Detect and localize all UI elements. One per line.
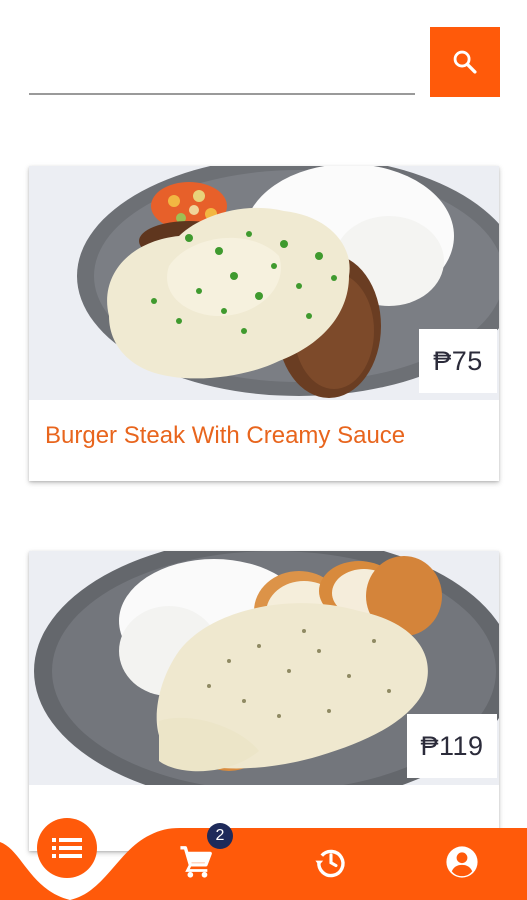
search-input[interactable] (29, 41, 415, 95)
search-button[interactable] (430, 27, 500, 97)
price-tag: ₱75 (419, 329, 497, 393)
list-icon (52, 838, 82, 858)
nav-account-button[interactable] (442, 842, 482, 882)
menu-screen: ₱75 Burger Steak With Creamy Sauce ₱119 … (0, 0, 527, 900)
product-card[interactable]: ₱75 Burger Steak With Creamy Sauce (29, 166, 499, 481)
search-bar (29, 27, 500, 99)
product-image: ₱119 (29, 551, 499, 785)
cart-count-badge: 2 (207, 823, 233, 849)
bottom-navigation: 2 (0, 790, 527, 900)
nav-menu-button[interactable] (37, 818, 97, 878)
history-icon (315, 849, 345, 878)
cart-icon (180, 846, 212, 878)
search-icon (453, 50, 477, 74)
account-icon (446, 846, 478, 878)
product-image: ₱75 (29, 166, 499, 400)
price-tag: ₱119 (407, 714, 497, 778)
product-title: Burger Steak With Creamy Sauce (45, 422, 406, 449)
nav-history-button[interactable] (311, 842, 351, 882)
nav-cart-button[interactable] (176, 842, 216, 882)
